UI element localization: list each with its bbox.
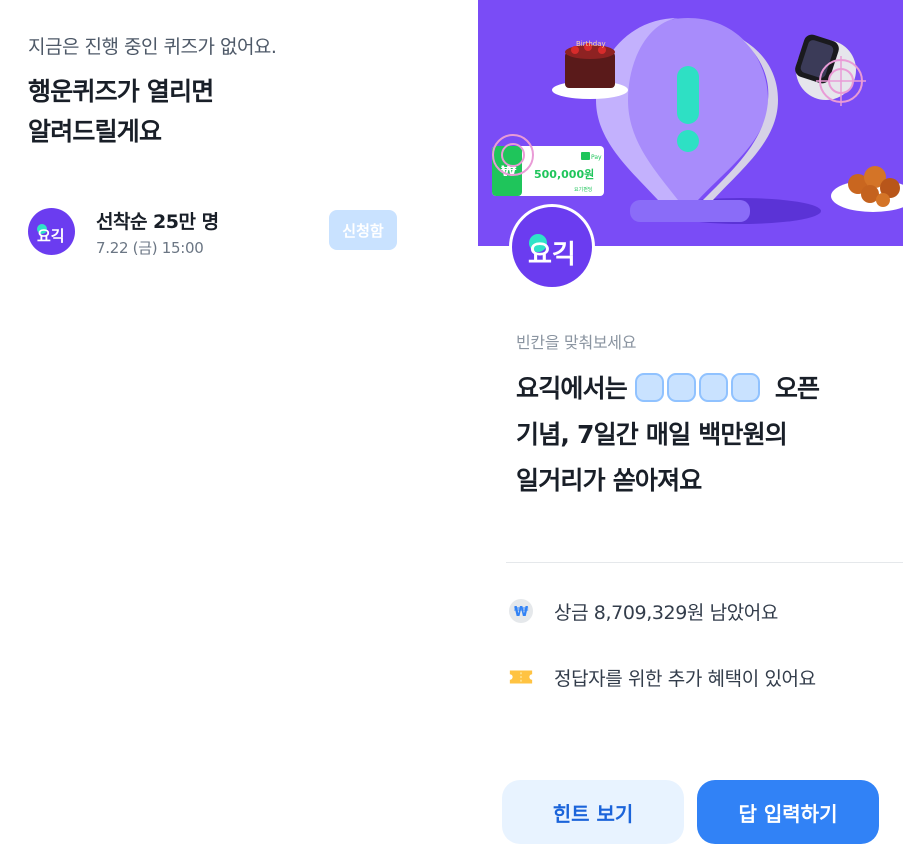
no-quiz-notice: 지금은 진행 중인 퀴즈가 없어요. xyxy=(28,36,277,58)
blank-box xyxy=(730,373,760,402)
bonus-info-row: 정답자를 위한 추가 혜택이 있어요 xyxy=(508,662,878,692)
quiz-time: 7.22 (금) 15:00 xyxy=(96,239,204,257)
svg-text:₩: ₩ xyxy=(514,605,529,620)
enter-answer-button[interactable]: 답 입력하기 xyxy=(697,780,879,844)
svg-text:Birthday: Birthday xyxy=(576,40,606,48)
bonus-benefit: 정답자를 위한 추가 혜택이 있어요 xyxy=(554,667,816,690)
question-line-1: 요긱에서는 오픈 xyxy=(516,366,886,412)
blank-box xyxy=(666,373,696,402)
logo-text-large: 요긱 xyxy=(528,240,576,270)
upcoming-quiz-item[interactable]: 요긱 선착순 25만 명 7.22 (금) 15:00 신청함 xyxy=(28,205,398,257)
ticket-icon xyxy=(508,664,534,690)
exclamation-bar xyxy=(677,66,699,124)
svg-text:500,000원: 500,000원 xyxy=(534,167,594,181)
question-line-3: 일거리가 쏟아져요 xyxy=(516,466,702,495)
svg-text:Pay: Pay xyxy=(591,154,602,161)
prize-info-row: ₩ 상금 8,709,329원 남았어요 xyxy=(508,596,878,626)
yogik-logo-large-icon: 요긱 xyxy=(509,204,595,290)
svg-text:요기펀딩: 요기펀딩 xyxy=(574,186,592,193)
blank-instruction: 빈칸을 맞춰보세요 xyxy=(516,333,637,352)
blank-box xyxy=(698,373,728,402)
headline-line-1: 행운퀴즈가 열리면 xyxy=(28,77,214,106)
quiz-question: 요긱에서는 오픈 기념, 7일간 매일 백만원의 일거리가 쏟아져요 xyxy=(516,366,886,504)
pin-base xyxy=(630,200,750,222)
answer-blanks xyxy=(634,366,763,412)
won-coin-icon: ₩ xyxy=(508,598,534,624)
logo-text: 요긱 xyxy=(37,227,65,245)
question-prefix: 요긱에서는 xyxy=(516,374,628,403)
yogik-logo-icon: 요긱 xyxy=(28,208,75,255)
question-line-2: 기념, 7일간 매일 백만원의 xyxy=(516,420,788,449)
hint-button[interactable]: 힌트 보기 xyxy=(502,780,684,844)
exclamation-dot xyxy=(677,130,699,152)
question-suffix: 오픈 xyxy=(774,374,820,403)
quiz-title: 선착순 25만 명 xyxy=(96,211,219,233)
prize-remaining: 상금 8,709,329원 남았어요 xyxy=(554,601,778,624)
divider xyxy=(506,562,903,563)
blank-box xyxy=(634,373,664,402)
quiz-detail-panel: Birthday ₩ Pay 500,000원 요기펀딩 요긱 빈칸을 맞춰보세… xyxy=(478,0,903,867)
headline-line-2: 알려드릴게요 xyxy=(28,117,162,146)
quiz-list-panel: 지금은 진행 중인 퀴즈가 없어요. 행운퀴즈가 열리면 알려드릴게요 요긱 선… xyxy=(0,0,478,867)
applied-button[interactable]: 신청함 xyxy=(329,210,397,250)
page-title: 행운퀴즈가 열리면 알려드릴게요 xyxy=(28,72,214,152)
